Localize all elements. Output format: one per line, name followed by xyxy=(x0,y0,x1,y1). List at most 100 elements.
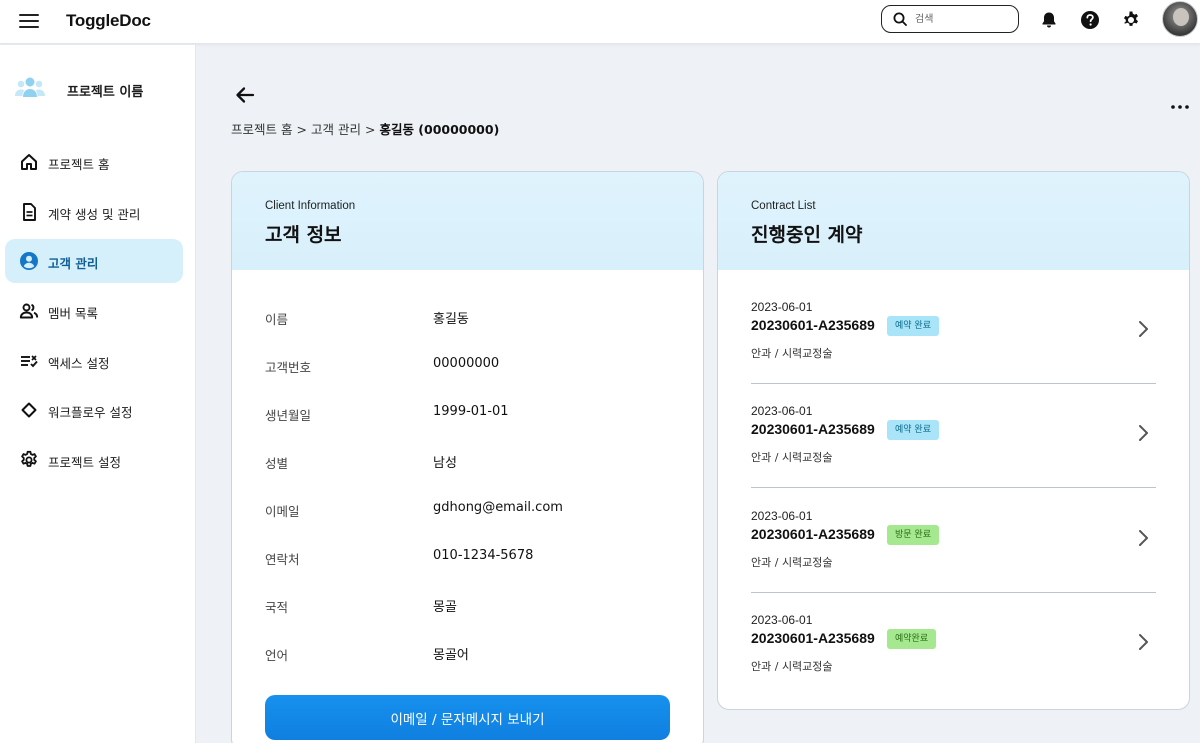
info-row-name: 이름 홍길동 xyxy=(265,306,665,328)
app-logo[interactable]: ToggleDoc xyxy=(66,11,151,31)
chevron-right-icon xyxy=(1139,634,1148,650)
top-bar: ToggleDoc xyxy=(0,0,1200,44)
info-row-email: 이메일 gdhong@email.com xyxy=(265,498,665,520)
user-avatar[interactable] xyxy=(1162,1,1198,37)
breadcrumb-separator: > xyxy=(296,122,307,137)
contract-id: 20230601-A235689 xyxy=(751,421,875,437)
status-badge: 예약 완료 xyxy=(887,316,939,336)
info-label: 연락처 xyxy=(265,552,300,567)
info-label: 이메일 xyxy=(265,504,300,519)
user-circle-icon xyxy=(20,252,38,270)
breadcrumb-current: 홍길동 (00000000) xyxy=(379,122,500,137)
contract-date: 2023-06-01 xyxy=(751,509,813,523)
settings-gear-icon[interactable] xyxy=(1121,10,1141,30)
contract-list-item[interactable]: 2023-06-01 20230601-A235689 예약 완료 안과 / 시… xyxy=(751,384,1156,488)
contract-list-item[interactable]: 2023-06-01 20230601-A235689 예약 완료 안과 / 시… xyxy=(751,280,1156,384)
chevron-right-icon xyxy=(1139,530,1148,546)
sidebar-item-workflow[interactable]: 워크플로우 설정 xyxy=(5,388,183,432)
info-label: 국적 xyxy=(265,600,289,615)
access-list-icon xyxy=(21,355,38,368)
card-header: Client Information 고객 정보 xyxy=(232,172,703,270)
hamburger-menu-icon[interactable] xyxy=(19,11,39,31)
info-label: 성별 xyxy=(265,456,289,471)
status-badge: 방문 완료 xyxy=(887,525,939,545)
more-options-icon[interactable] xyxy=(1170,103,1190,111)
info-value: 남성 xyxy=(433,456,457,471)
contract-meta: 안과 / 시력교정술 xyxy=(751,556,833,569)
sidebar-item-customers[interactable]: 고객 관리 xyxy=(5,239,183,283)
info-row-phone: 연락처 010-1234-5678 xyxy=(265,546,665,568)
chevron-right-icon xyxy=(1139,321,1148,337)
card-subtitle: Client Information xyxy=(265,200,356,212)
info-value: 1999-01-01 xyxy=(433,404,509,419)
help-icon[interactable] xyxy=(1080,10,1100,30)
info-label: 이름 xyxy=(265,312,289,327)
breadcrumb-separator: > xyxy=(364,122,376,137)
sidebar-item-label: 멤버 목록 xyxy=(48,306,98,321)
info-label: 언어 xyxy=(265,648,289,663)
info-label: 고객번호 xyxy=(265,360,312,375)
client-info-card: Client Information 고객 정보 이름 홍길동 고객번호 000… xyxy=(231,171,704,743)
sidebar-item-project-home[interactable]: 프로젝트 홈 xyxy=(5,140,183,184)
breadcrumb-customers[interactable]: 고객 관리 xyxy=(311,122,361,137)
card-subtitle: Contract List xyxy=(751,200,816,212)
info-value: 00000000 xyxy=(433,356,500,371)
sidebar-item-label: 프로젝트 홈 xyxy=(48,157,110,172)
sidebar-item-access[interactable]: 액세스 설정 xyxy=(5,339,183,383)
sidebar-item-label: 액세스 설정 xyxy=(48,356,110,371)
members-icon xyxy=(19,303,39,319)
sidebar: 프로젝트 이름 프로젝트 홈 계약 생성 및 관리 고객 관리 멤버 목록 액세… xyxy=(0,45,196,743)
contract-meta: 안과 / 시력교정술 xyxy=(751,660,833,673)
card-title: 진행중인 계약 xyxy=(751,224,863,246)
contract-list-item[interactable]: 2023-06-01 20230601-A235689 방문 완료 안과 / 시… xyxy=(751,489,1156,593)
sidebar-item-label: 고객 관리 xyxy=(48,256,99,271)
info-row-language: 언어 몽골어 xyxy=(265,642,665,664)
gear-icon xyxy=(21,450,37,467)
send-message-button[interactable]: 이메일 / 문자메시지 보내기 xyxy=(265,695,670,740)
divider xyxy=(751,487,1156,488)
contract-meta: 안과 / 시력교정술 xyxy=(751,451,833,464)
diamond-icon xyxy=(21,402,37,418)
info-value: 010-1234-5678 xyxy=(433,548,534,563)
contract-date: 2023-06-01 xyxy=(751,300,813,314)
search-input[interactable] xyxy=(915,10,1010,28)
contract-list-card: Contract List 진행중인 계약 2023-06-01 2023060… xyxy=(717,171,1190,710)
sidebar-item-label: 워크플로우 설정 xyxy=(48,405,133,420)
contract-date: 2023-06-01 xyxy=(751,613,813,627)
contract-meta: 안과 / 시력교정술 xyxy=(751,347,833,360)
sidebar-item-contracts[interactable]: 계약 생성 및 관리 xyxy=(5,190,183,234)
info-value: 홍길동 xyxy=(433,312,469,327)
project-team-icon xyxy=(15,77,45,97)
info-value: 몽골어 xyxy=(433,648,469,663)
project-name: 프로젝트 이름 xyxy=(67,85,144,100)
home-icon xyxy=(21,154,37,170)
status-badge: 예약완료 xyxy=(887,629,937,649)
sidebar-item-label: 계약 생성 및 관리 xyxy=(48,207,141,222)
info-row-birthdate: 생년월일 1999-01-01 xyxy=(265,402,665,424)
sidebar-item-label: 프로젝트 설정 xyxy=(48,455,121,470)
sidebar-item-members[interactable]: 멤버 목록 xyxy=(5,289,183,333)
contract-list-item[interactable]: 2023-06-01 20230601-A235689 예약완료 안과 / 시력… xyxy=(751,593,1156,697)
contract-id: 20230601-A235689 xyxy=(751,630,875,646)
document-icon xyxy=(23,203,36,221)
contract-date: 2023-06-01 xyxy=(751,404,813,418)
bell-icon[interactable] xyxy=(1039,10,1059,30)
card-title: 고객 정보 xyxy=(265,224,342,246)
back-arrow-icon[interactable] xyxy=(234,84,256,106)
contract-id: 20230601-A235689 xyxy=(751,526,875,542)
info-value: gdhong@email.com xyxy=(433,500,563,515)
card-header: Contract List 진행중인 계약 xyxy=(718,172,1189,270)
sidebar-item-project-settings[interactable]: 프로젝트 설정 xyxy=(5,438,183,482)
contract-id: 20230601-A235689 xyxy=(751,317,875,333)
info-row-customer-number: 고객번호 00000000 xyxy=(265,354,665,376)
breadcrumb: 프로젝트 홈 > 고객 관리 > 홍길동 (00000000) xyxy=(231,119,499,138)
chevron-right-icon xyxy=(1139,425,1148,441)
search-icon xyxy=(893,12,907,26)
status-badge: 예약 완료 xyxy=(887,420,939,440)
info-row-nationality: 국적 몽골 xyxy=(265,594,665,616)
info-row-gender: 성별 남성 xyxy=(265,450,665,472)
search-box[interactable] xyxy=(881,5,1019,33)
breadcrumb-project-home[interactable]: 프로젝트 홈 xyxy=(231,122,292,137)
info-label: 생년월일 xyxy=(265,408,312,423)
info-value: 몽골 xyxy=(433,600,457,615)
